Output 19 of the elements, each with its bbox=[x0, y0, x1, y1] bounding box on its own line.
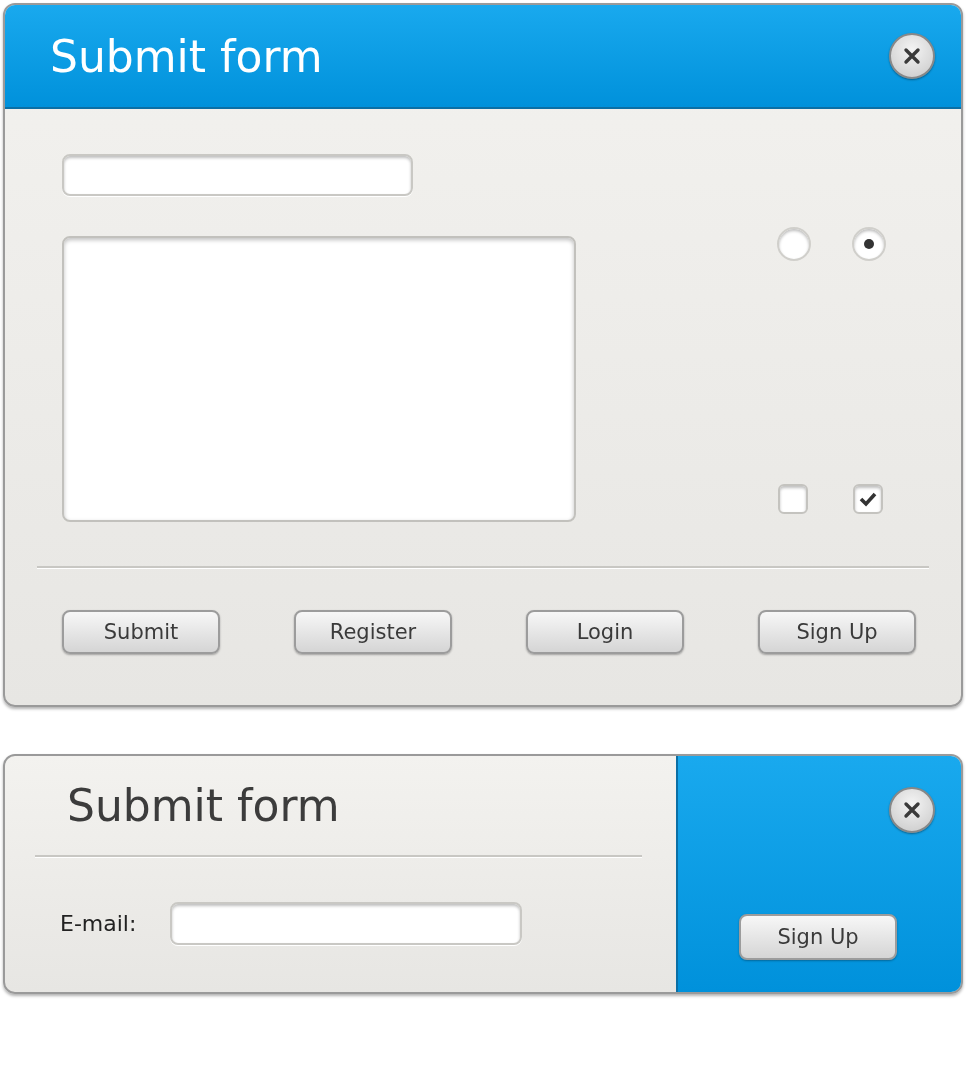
button[interactable]: Sign Up bbox=[739, 914, 897, 960]
close-icon bbox=[902, 46, 922, 66]
form-title: Submit form bbox=[66, 780, 341, 831]
radio-button[interactable] bbox=[777, 227, 811, 261]
radio-button[interactable] bbox=[852, 227, 886, 261]
button[interactable]: Sign Up bbox=[758, 610, 916, 654]
close-button[interactable] bbox=[889, 787, 935, 833]
button[interactable]: Login bbox=[526, 610, 684, 654]
text-area[interactable] bbox=[62, 236, 576, 522]
text-field[interactable] bbox=[62, 154, 413, 196]
checkbox[interactable] bbox=[778, 484, 808, 514]
button[interactable]: Register bbox=[294, 610, 452, 654]
button[interactable]: Submit bbox=[62, 610, 220, 654]
checkbox[interactable] bbox=[853, 484, 883, 514]
close-button[interactable] bbox=[889, 33, 935, 79]
field-label: E-mail: bbox=[60, 911, 137, 936]
email-field[interactable] bbox=[170, 902, 523, 945]
close-icon bbox=[902, 800, 922, 820]
window-title: Submit form bbox=[50, 30, 323, 82]
